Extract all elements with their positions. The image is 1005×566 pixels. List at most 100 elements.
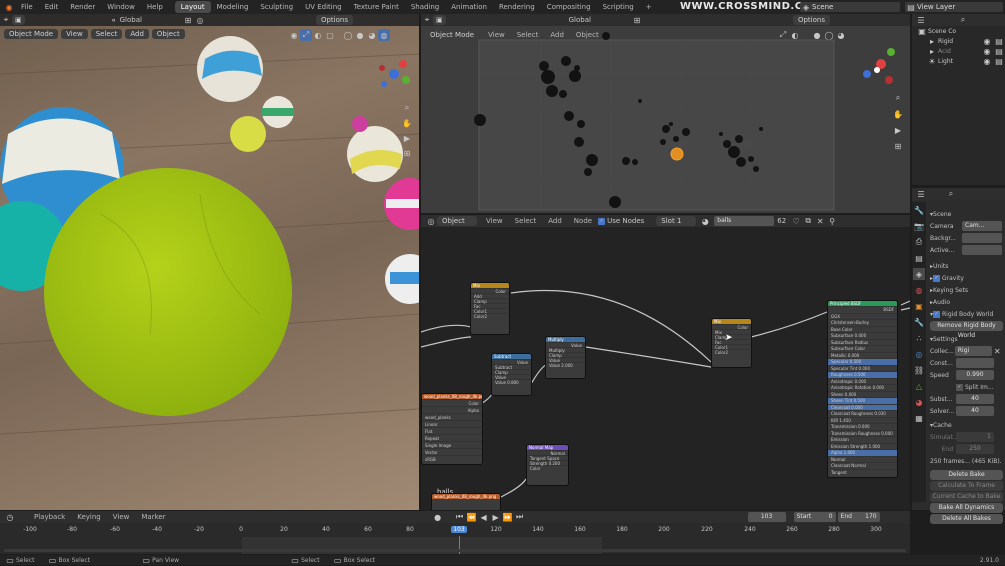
- rigid-body-world-panel[interactable]: ▾ ✓ Rigid Body World: [930, 308, 1003, 320]
- editor-type-icon[interactable]: ⌖: [0, 14, 12, 26]
- node-row[interactable]: Vector: [422, 448, 482, 455]
- unlink-icon[interactable]: ✕: [814, 215, 826, 227]
- units-panel[interactable]: ▸ Units: [930, 260, 1003, 272]
- search-icon[interactable]: ⌕: [945, 188, 957, 200]
- camera-restrict-icon[interactable]: ▤: [993, 55, 1005, 67]
- menu-help[interactable]: Help: [141, 1, 169, 13]
- menu-file[interactable]: File: [15, 1, 39, 13]
- physics-tab-icon[interactable]: ◎: [913, 348, 925, 360]
- tab-texture-paint[interactable]: Texture Paint: [348, 1, 405, 13]
- snap-icon[interactable]: ⊞: [182, 14, 194, 26]
- filter-icon[interactable]: ⌕: [957, 14, 969, 26]
- play-reverse-icon[interactable]: ◀: [478, 511, 490, 523]
- delete-all-bakes-button[interactable]: Delete All Bakes: [930, 514, 1003, 524]
- timeline-type-icon[interactable]: ◷: [4, 511, 16, 523]
- menu-keying[interactable]: Keying: [71, 511, 107, 523]
- outliner-item[interactable]: ☀ Light ◉ ▤: [912, 56, 1005, 66]
- current-frame-field[interactable]: 103: [747, 512, 786, 522]
- solver-iterations-field[interactable]: 40: [956, 406, 994, 416]
- principled-bsdf-node[interactable]: Principled BSDF BSDF GGX Christensen-Burle…: [827, 300, 898, 478]
- gravity-panel[interactable]: ▸ ✓ Gravity: [930, 272, 1003, 284]
- ortho-grid-icon[interactable]: ⊞: [892, 140, 904, 152]
- tab-modeling[interactable]: Modeling: [211, 1, 255, 13]
- substeps-field[interactable]: 40: [956, 394, 994, 404]
- fake-user-icon[interactable]: ♡: [790, 215, 802, 227]
- next-keyframe-icon[interactable]: ⏩: [502, 511, 514, 523]
- shader-type-dropdown[interactable]: Object: [437, 216, 477, 226]
- clear-icon[interactable]: ✕: [992, 345, 1003, 357]
- remove-rigid-body-world-button[interactable]: Remove Rigid Body World: [930, 321, 1003, 339]
- timeline[interactable]: ◷ Playback Keying View Marker ● ⏮ ⏪ ◀ ▶ …: [0, 511, 910, 554]
- scene-section-header[interactable]: ▾ Scene: [930, 208, 1003, 220]
- pan-hand-icon[interactable]: ✋: [401, 117, 413, 129]
- camera-view-icon[interactable]: ▶: [401, 132, 413, 144]
- object-tab-icon[interactable]: ▣: [913, 300, 925, 312]
- tab-rendering[interactable]: Rendering: [493, 1, 541, 13]
- pan-hand-icon[interactable]: ✋: [892, 108, 904, 120]
- menu-render[interactable]: Render: [64, 1, 101, 13]
- use-nodes-checkbox[interactable]: ✓: [598, 217, 606, 225]
- gizmo-icon[interactable]: ⤢: [300, 29, 312, 41]
- rendered-icon[interactable]: ◍: [378, 29, 390, 41]
- output-tab-icon[interactable]: ⎙: [913, 236, 925, 248]
- xray-icon[interactable]: ▢: [324, 29, 336, 41]
- normal-map-node[interactable]: Normal Map Normal Tangent Space Strength…: [526, 444, 569, 486]
- modifier-tab-icon[interactable]: 🔧: [913, 316, 925, 328]
- cache-subpanel[interactable]: ▾ Cache: [930, 419, 1003, 431]
- node-menu-view[interactable]: View: [480, 215, 509, 227]
- menu-edit[interactable]: Edit: [39, 1, 65, 13]
- node-row[interactable]: Single Image: [422, 441, 482, 448]
- node-row[interactable]: Transmission Roughness 0.000: [828, 429, 897, 437]
- left-mode-dropdown[interactable]: Object Mode: [4, 29, 59, 39]
- left-options-button[interactable]: Options: [315, 15, 353, 25]
- visibility-icon[interactable]: ◉: [288, 29, 300, 41]
- duplicate-icon[interactable]: ⧉: [802, 215, 814, 227]
- menu-window[interactable]: Window: [101, 1, 141, 13]
- tab-shading[interactable]: Shading: [405, 1, 445, 13]
- tab-layout[interactable]: Layout: [174, 1, 211, 13]
- current-frame-marker[interactable]: 103: [451, 526, 467, 533]
- right-viewport[interactable]: ⌖ ▣ Global ⊞ Options Object Mode View Se…: [421, 14, 910, 213]
- node-menu-select[interactable]: Select: [509, 215, 543, 227]
- eye-icon[interactable]: ◉: [981, 55, 993, 67]
- node-editor[interactable]: ◎ Object View Select Add Node ✓ Use Node…: [421, 215, 910, 510]
- sim-start-field[interactable]: 1: [956, 432, 994, 442]
- image-texture-node[interactable]: wood_planks_08_rough_4k.png Color Alpha wo…: [421, 393, 483, 465]
- zoom-icon[interactable]: ⌕: [892, 92, 904, 104]
- material-name-field[interactable]: balls: [714, 216, 775, 226]
- end-frame-field[interactable]: End 170: [837, 512, 880, 522]
- node-row[interactable]: sRGB: [422, 455, 482, 462]
- timeline-scrollbar[interactable]: [4, 549, 906, 552]
- constraints-field[interactable]: [956, 358, 994, 368]
- overlay-icon[interactable]: ◐: [312, 29, 324, 41]
- calculate-to-frame-button[interactable]: Calculate To Frame: [930, 481, 1003, 491]
- scene-tab-icon[interactable]: ◈: [913, 268, 925, 280]
- node-menu-add[interactable]: Add: [542, 215, 568, 227]
- tool-tab-icon[interactable]: 🔧: [913, 204, 925, 216]
- active-clip-field[interactable]: [962, 245, 1002, 255]
- left-menu-view[interactable]: View: [61, 29, 88, 39]
- node-editor-type-icon[interactable]: ◎: [425, 215, 437, 227]
- current-cache-to-bake-button[interactable]: Current Cache to Bake: [930, 492, 1003, 502]
- multiply-node[interactable]: Multiply Value Multiply Clamp Value Valu…: [545, 336, 586, 379]
- tab-sculpting[interactable]: Sculpting: [254, 1, 299, 13]
- scene-selector[interactable]: ◈ Scene: [800, 2, 900, 12]
- tab-uv-editing[interactable]: UV Editing: [299, 1, 348, 13]
- split-impulse-checkbox[interactable]: ✓: [956, 383, 963, 391]
- mix-node-2[interactable]: Mix Color Mix Clamp Fac Color1 Color2: [711, 318, 752, 368]
- render-tab-icon[interactable]: 📷: [913, 220, 925, 232]
- gravity-checkbox[interactable]: ✓: [933, 274, 941, 282]
- select-tool-button[interactable]: ▣: [12, 15, 25, 25]
- tab-animation[interactable]: Animation: [445, 1, 493, 13]
- node-row[interactable]: Linear: [422, 420, 482, 427]
- menu-view-timeline[interactable]: View: [107, 511, 136, 523]
- audio-panel[interactable]: ▸ Audio: [930, 296, 1003, 308]
- proportional-icon[interactable]: ◎: [194, 14, 206, 26]
- play-icon[interactable]: ▶: [490, 511, 502, 523]
- node-row[interactable]: wood_planks: [422, 413, 482, 420]
- prev-keyframe-icon[interactable]: ⏪: [466, 511, 478, 523]
- keying-sets-panel[interactable]: ▸ Keying Sets: [930, 284, 1003, 296]
- wireframe-icon[interactable]: ◯: [342, 29, 354, 41]
- mix-node[interactable]: Mix Color Add Clamp Fac Color1 Color2: [470, 282, 510, 335]
- texture-tab-icon[interactable]: ▦: [913, 412, 925, 424]
